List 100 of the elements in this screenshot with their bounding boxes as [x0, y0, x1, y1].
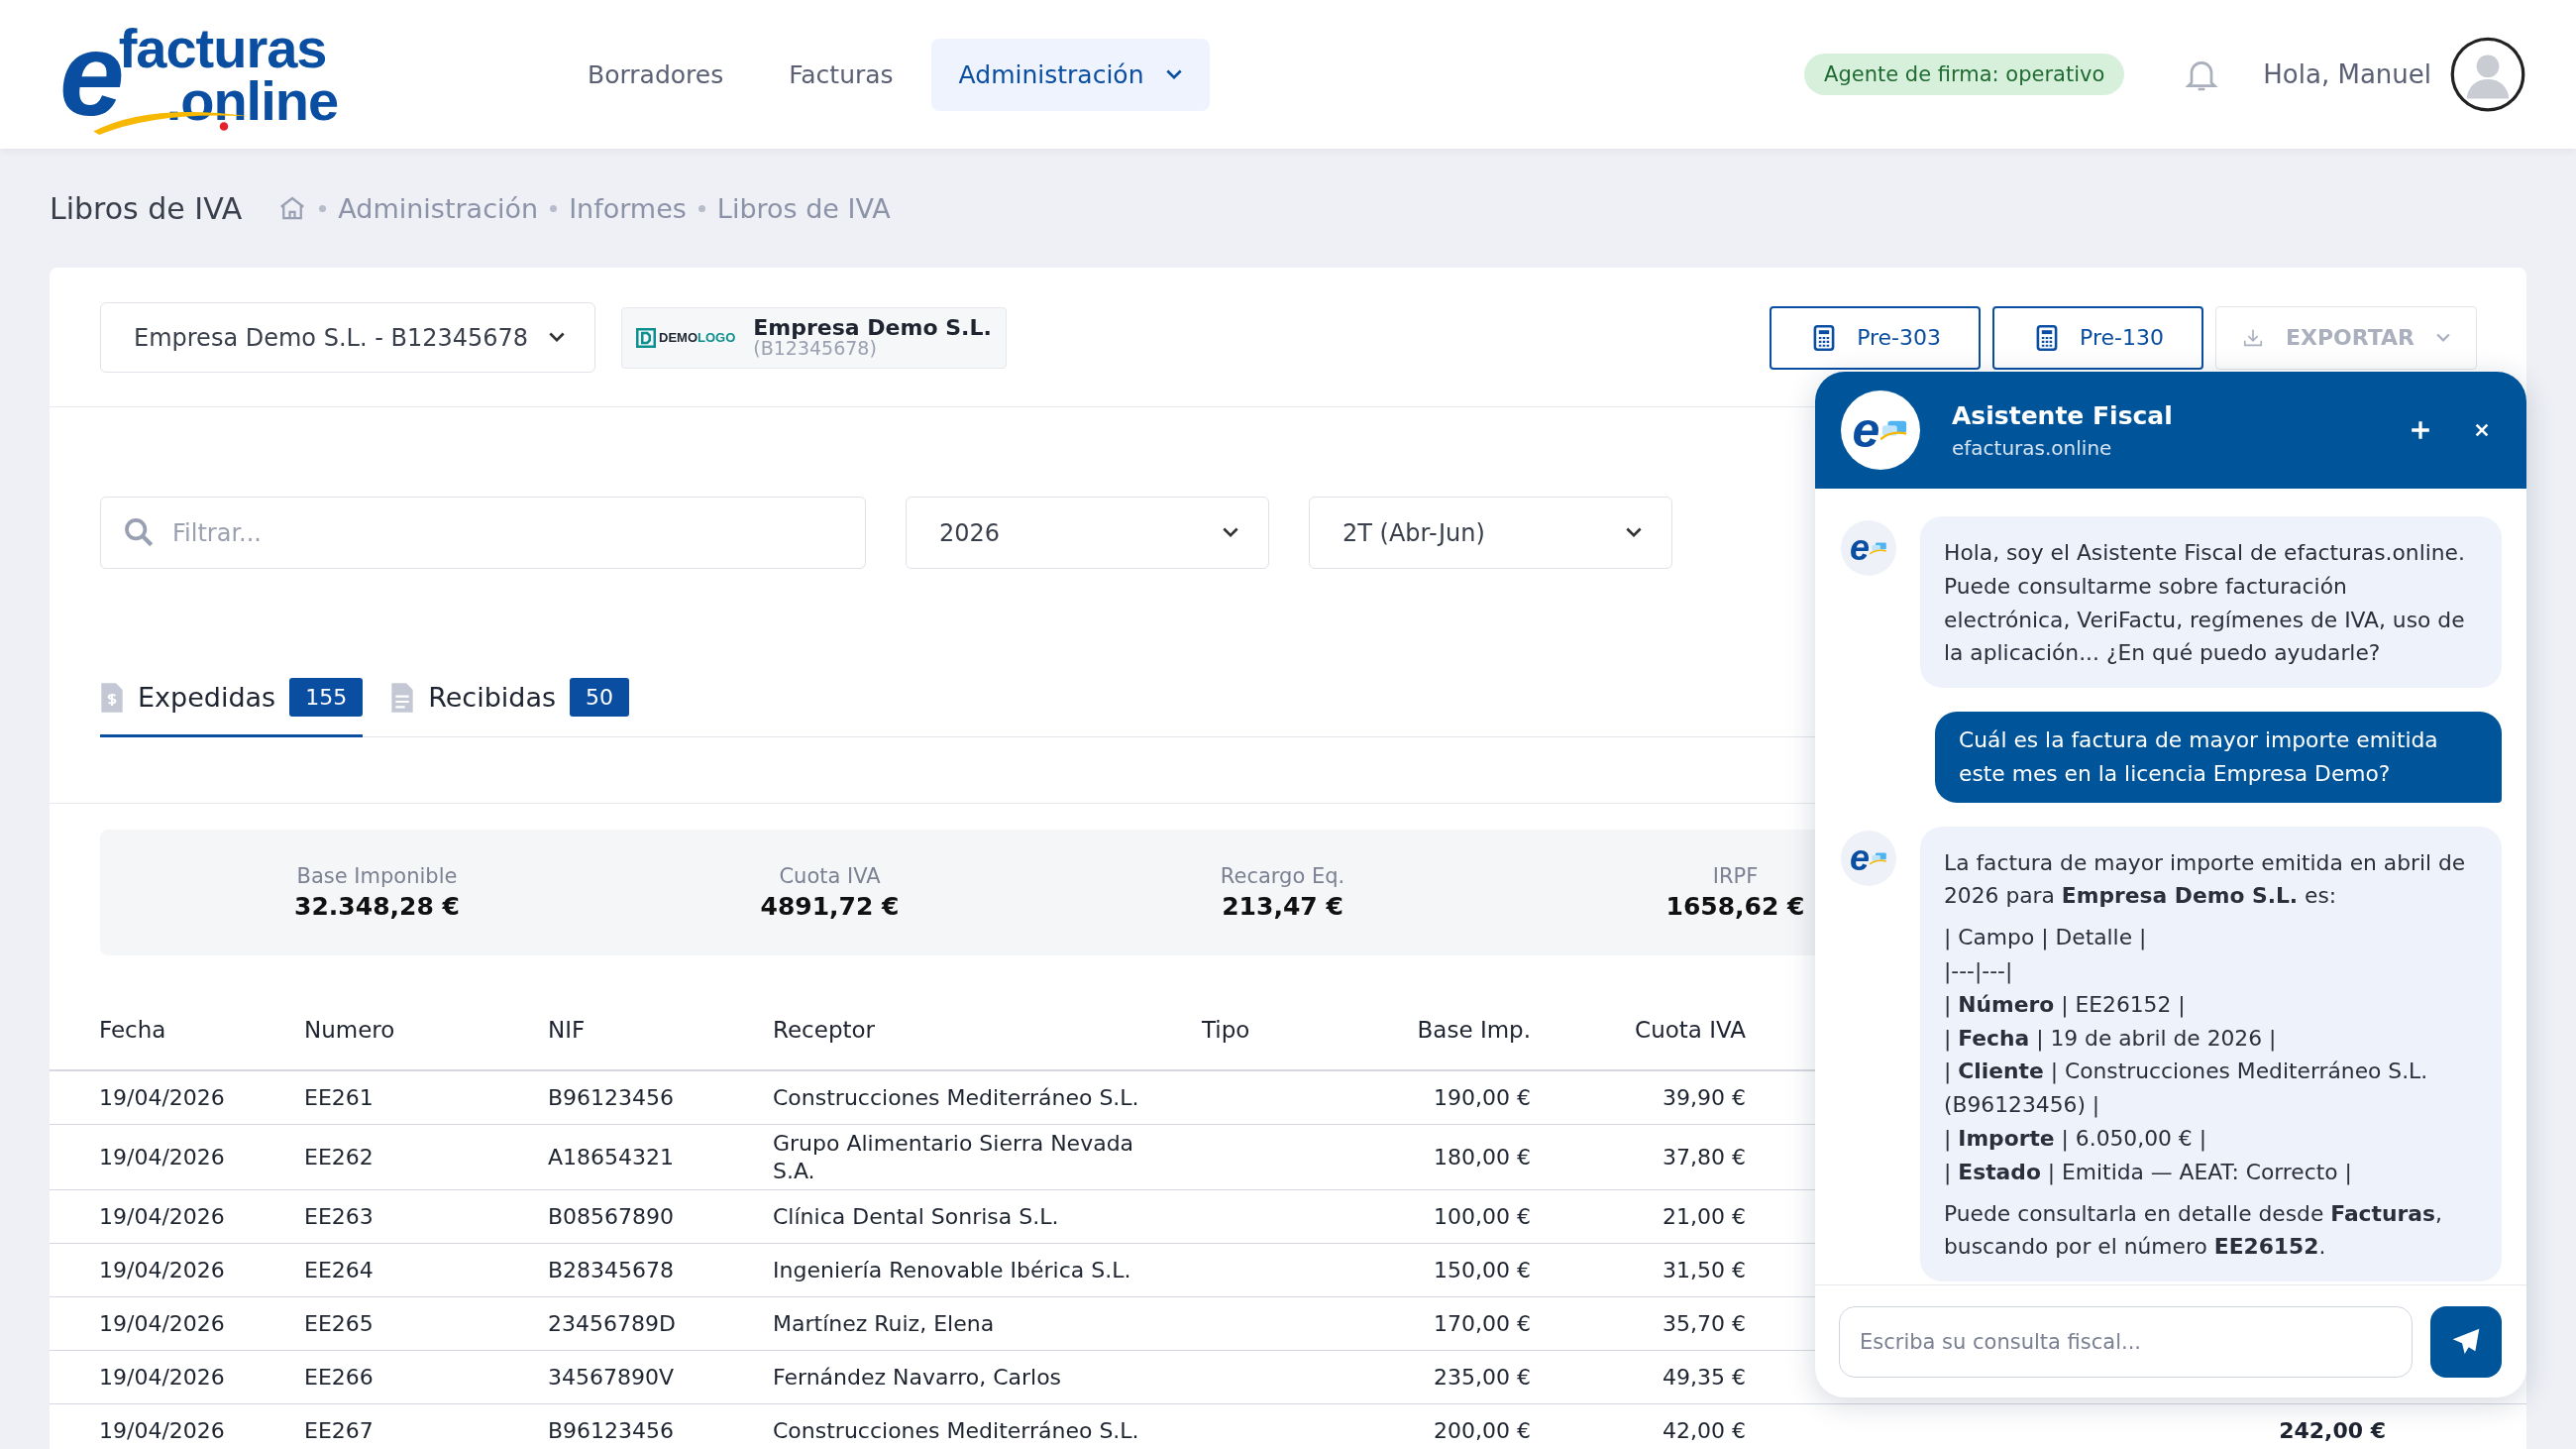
- table-cell-text: 200,00 €: [1433, 1416, 1531, 1445]
- table-cell-text: Fernández Navarro, Carlos: [773, 1363, 1063, 1392]
- chat-title: Asistente Fiscal: [1952, 400, 2174, 430]
- assistant-avatar: e: [1841, 830, 1896, 886]
- calculator-icon: [2036, 324, 2059, 351]
- column-header: Numero: [304, 1015, 396, 1045]
- table-cell-text: 35,70 €: [1662, 1309, 1746, 1338]
- table-cell-text: EE266: [304, 1363, 375, 1392]
- table-cell-text: 242,00 €: [2278, 1416, 2386, 1445]
- table-cell-text: Construcciones Mediterráneo S.L.: [773, 1083, 1140, 1112]
- summary-value: 4891,72 €: [760, 892, 900, 921]
- table-cell-text: 31,50 €: [1662, 1256, 1746, 1284]
- column-header: Tipo: [1202, 1015, 1251, 1045]
- document-icon: [390, 681, 415, 714]
- table-cell-text: Ingeniería Renovable Ibérica S.L.: [773, 1256, 1132, 1284]
- nav-tab[interactable]: Borradores: [560, 38, 752, 111]
- table-cell-text: Construcciones Mediterráneo S.L.: [773, 1416, 1140, 1445]
- table-cell-text: 23456789D: [548, 1309, 677, 1338]
- send-button[interactable]: [2430, 1305, 2502, 1378]
- company-name: Empresa Demo S.L.: [753, 316, 992, 340]
- search-icon: [122, 515, 156, 549]
- table-cell-text: Martínez Ruiz, Elena: [773, 1309, 996, 1338]
- caret-icon: [1165, 68, 1182, 80]
- table-cell-text: 39,90 €: [1662, 1083, 1746, 1112]
- message-text: La factura de mayor importe emitida en abril de 2026 para Empresa Demo S.L. es:: [1944, 848, 2467, 911]
- summary-value: 213,47 €: [1222, 892, 1343, 921]
- message-text: | Campo | Detalle |: [1944, 924, 2148, 952]
- chat-input[interactable]: Escriba su consulta fiscal...: [1839, 1305, 2413, 1378]
- table-cell-text: EE263: [304, 1202, 375, 1231]
- caret-icon: [1626, 527, 1642, 538]
- tab[interactable]: Expedidas 155: [100, 678, 364, 737]
- table-cell-text: 235,00 €: [1433, 1363, 1531, 1392]
- invoice-icon: [100, 681, 124, 714]
- table-cell-text: 19/04/2026: [98, 1416, 226, 1445]
- table-cell-text: 19/04/2026: [98, 1256, 226, 1284]
- table-cell-text: A18654321: [548, 1143, 676, 1171]
- table-cell-text: 42,00 €: [1662, 1416, 1746, 1445]
- summary-label: Recargo Eq.: [1220, 864, 1345, 888]
- message-text: Cuál es la factura de mayor importe emitida este mes en la licencia Empresa Demo?: [1959, 726, 2439, 788]
- plus-icon[interactable]: [2410, 419, 2431, 441]
- message-text: | Cliente | Construcciones Mediterráneo S.L. (B96123456) |: [1944, 1058, 2429, 1120]
- message-text: | Número | EE26152 |: [1944, 990, 2187, 1020]
- company-select[interactable]: Empresa Demo S.L. - B12345678: [100, 302, 595, 373]
- table-cell-text: 190,00 €: [1433, 1083, 1531, 1112]
- message-text: | Estado | Emitida — AEAT: Correcto |: [1944, 1158, 2353, 1187]
- period-select[interactable]: 2T (Abr-Jun): [1309, 497, 1672, 569]
- nav-tab[interactable]: Administración: [930, 38, 1210, 111]
- chat-subtitle: efacturas.online: [1952, 435, 2113, 460]
- company-nif: (B12345678): [753, 339, 878, 359]
- table-cell-text: 170,00 €: [1433, 1309, 1531, 1338]
- table-cell-text: 150,00 €: [1433, 1256, 1531, 1284]
- page-title: Libros de IVA: [50, 190, 243, 226]
- table-cell-text: EE264: [304, 1256, 375, 1284]
- tab[interactable]: Recibidas 50: [390, 678, 630, 737]
- table-cell-text: EE267: [304, 1416, 375, 1445]
- toolbar-button[interactable]: Pre-303: [1770, 305, 1982, 370]
- summary-value: 1658,62 €: [1665, 892, 1805, 921]
- count-badge: 155: [289, 678, 364, 717]
- status-badge: Agente de firma: operativo: [1804, 54, 2125, 95]
- message-text: | Fecha | 19 de abril de 2026 |: [1944, 1024, 2278, 1054]
- table-cell-text: 49,35 €: [1662, 1363, 1746, 1392]
- assistant-avatar: e: [1841, 390, 1920, 470]
- assistant-avatar: e: [1841, 520, 1896, 576]
- greeting: Hola, Manuel: [2263, 59, 2431, 89]
- table-cell-text: 21,00 €: [1662, 1202, 1746, 1231]
- table-cell-text: 19/04/2026: [98, 1202, 226, 1231]
- column-header: Receptor: [773, 1015, 877, 1045]
- table-cell-text: 19/04/2026: [98, 1363, 226, 1392]
- toolbar-button[interactable]: Pre-130: [1992, 305, 2203, 370]
- table-cell-text: EE265: [304, 1309, 375, 1338]
- table-cell-text: EE262: [304, 1143, 375, 1171]
- separator-dot: [319, 204, 327, 212]
- table-cell-text: B28345678: [548, 1256, 676, 1284]
- table-cell-text: B96123456: [548, 1416, 676, 1445]
- table-cell-text: 100,00 €: [1433, 1202, 1531, 1231]
- calculator-icon: [1813, 324, 1836, 351]
- user-avatar[interactable]: [2449, 36, 2526, 113]
- company-logo: DEMOLOGO: [636, 327, 736, 348]
- column-header: NIF: [548, 1015, 587, 1045]
- message-text: Hola, soy el Asistente Fiscal de efacturas.online. Puede consultarme sobre facturación electrónica, VeriFactu, regímenes de IVA, uso de la aplicación... ¿En qué puedo ayudarle?: [1944, 539, 2466, 668]
- summary-label: Cuota IVA: [779, 864, 881, 888]
- nav-tab[interactable]: Facturas: [761, 38, 921, 111]
- caret-icon: [1223, 527, 1238, 538]
- column-header: Base Imp.: [1416, 1015, 1531, 1045]
- table-cell-text: 37,80 €: [1662, 1143, 1746, 1171]
- table-cell-text: 19/04/2026: [98, 1143, 226, 1171]
- count-badge: 50: [570, 678, 630, 717]
- close-icon[interactable]: [2473, 421, 2491, 439]
- table-cell-text: EE261: [304, 1083, 375, 1112]
- table-cell-text: 19/04/2026: [98, 1309, 226, 1338]
- column-header: Fecha: [98, 1015, 167, 1045]
- caret-icon: [549, 332, 565, 343]
- table-cell-text: 180,00 €: [1433, 1143, 1531, 1171]
- message-text: |---|---|: [1944, 957, 2014, 986]
- search-field[interactable]: Filtrar...: [100, 497, 866, 569]
- table-cell-text: 34567890V: [548, 1363, 676, 1392]
- separator-dot: [698, 204, 705, 212]
- summary-label: Base Imponible: [296, 864, 458, 888]
- summary-value: 32.348,28 €: [294, 892, 460, 921]
- year-select[interactable]: 2026: [906, 497, 1269, 569]
